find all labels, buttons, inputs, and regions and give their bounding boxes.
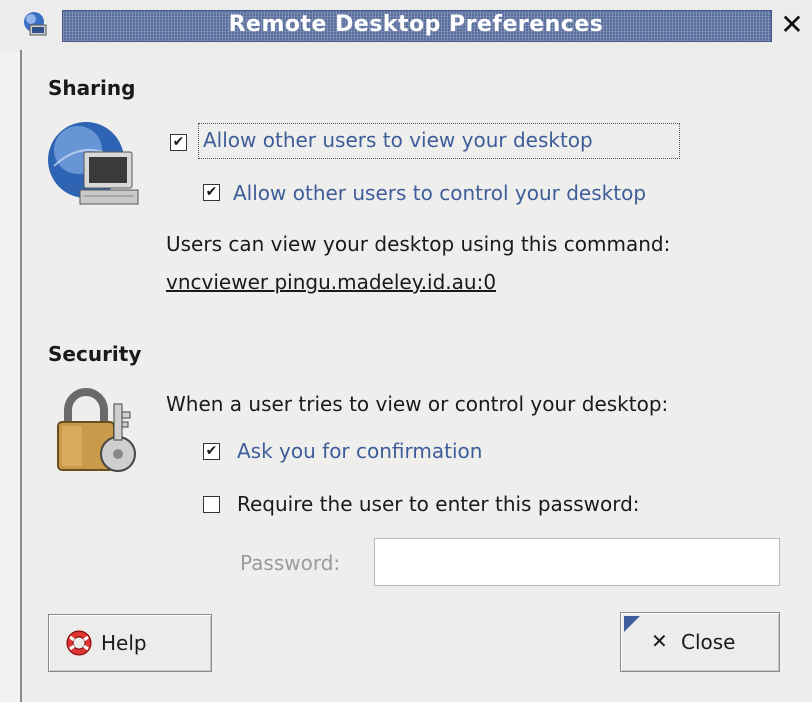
close-button[interactable]: ✕ Close: [620, 612, 780, 672]
require-password-label[interactable]: Require the user to enter this password:: [237, 492, 640, 516]
sharing-section-title: Sharing: [48, 76, 136, 100]
corner-indicator-icon: [624, 616, 640, 632]
password-input[interactable]: [374, 538, 780, 586]
allow-view-checkbox[interactable]: ✔: [170, 134, 187, 151]
window-close-button[interactable]: ✕: [776, 8, 808, 42]
ask-confirmation-checkbox[interactable]: ✔: [203, 443, 220, 460]
allow-control-label[interactable]: Allow other users to control your deskto…: [233, 181, 646, 205]
command-info-text: Users can view your desktop using this c…: [166, 232, 671, 256]
title-bar[interactable]: Remote Desktop Preferences ✕: [0, 0, 812, 52]
checkmark-icon: ✔: [205, 184, 218, 200]
password-label: Password:: [240, 551, 341, 575]
checkmark-icon: ✔: [205, 443, 218, 459]
vnc-command-link[interactable]: vncviewer pingu.madeley.id.au:0: [166, 270, 496, 294]
ask-confirmation-label[interactable]: Ask you for confirmation: [237, 439, 482, 463]
window-title: Remote Desktop Preferences: [228, 12, 604, 37]
padlock-key-icon: [57, 388, 136, 472]
help-button-label: Help: [101, 631, 147, 655]
checkmark-icon: ✔: [172, 134, 185, 150]
close-x-icon: ✕: [651, 629, 668, 653]
allow-view-label[interactable]: Allow other users to view your desktop: [203, 128, 593, 152]
network-computer-icon: [48, 122, 139, 205]
security-section-title: Security: [48, 342, 142, 366]
require-password-checkbox[interactable]: [203, 496, 220, 513]
remote-desktop-app-icon[interactable]: [22, 10, 52, 40]
security-info-text: When a user tries to view or control you…: [166, 392, 669, 416]
close-button-label: Close: [681, 630, 736, 654]
allow-control-checkbox[interactable]: ✔: [203, 184, 220, 201]
help-button[interactable]: Help: [48, 614, 212, 672]
help-lifebuoy-icon: [66, 630, 92, 656]
